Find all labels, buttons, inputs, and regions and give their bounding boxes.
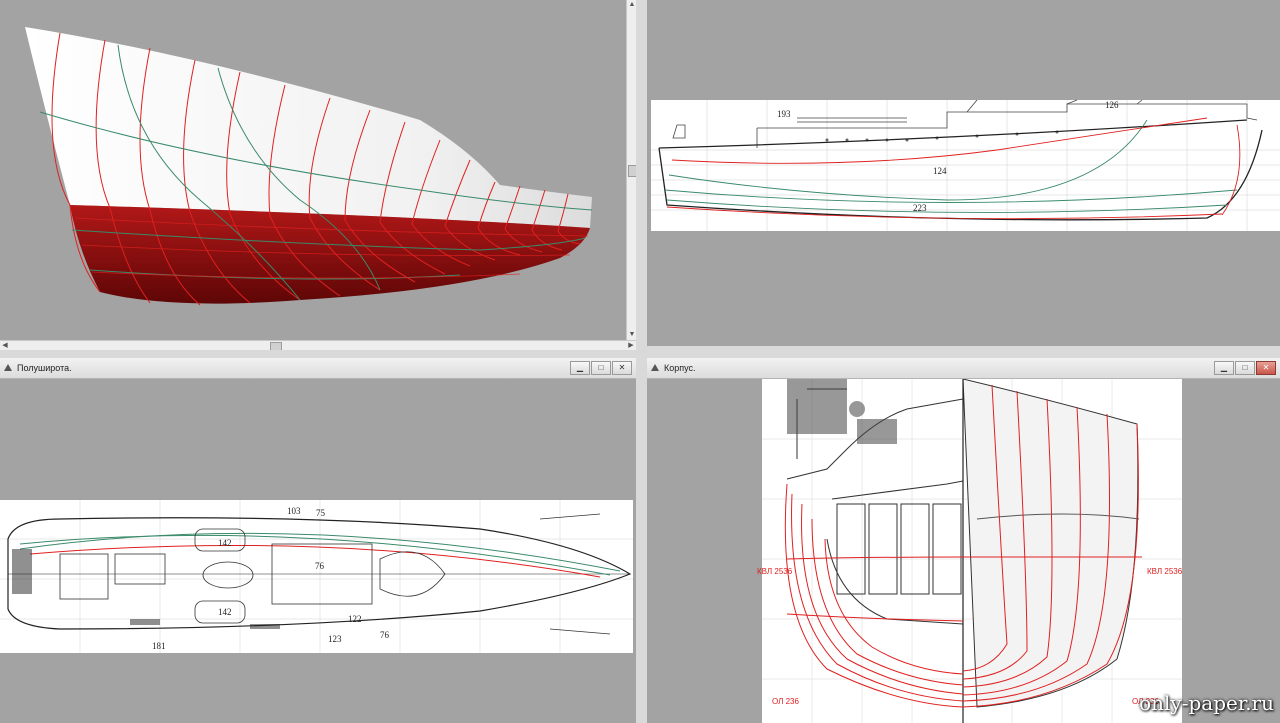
hb-label-122: 122: [348, 614, 362, 624]
kvl-left-label: КВЛ 2536: [757, 567, 793, 576]
app-icon: [3, 363, 13, 373]
kvl-right-label: КВЛ 2536: [1147, 567, 1183, 576]
side-label-124: 124: [933, 166, 947, 176]
ol-left-label: ОЛ 236: [772, 697, 800, 706]
watermark: only-paper.ru: [1139, 691, 1274, 715]
perspective-view-pane[interactable]: [0, 0, 627, 340]
hb-label-76b: 76: [380, 630, 390, 640]
body-plan-drawing: КВЛ 2536 КВЛ 2536 ОЛ 236 ОЛ 236: [757, 379, 1183, 723]
app-icon: [650, 363, 660, 373]
body-window-titlebar[interactable]: Корпус. ▁ □ ✕: [647, 358, 1280, 379]
hb-label-123: 123: [328, 634, 342, 644]
hb-label-103: 103: [287, 506, 301, 516]
minimize-button[interactable]: ▁: [570, 361, 590, 375]
side-label-223: 223: [913, 203, 927, 213]
hull-3d-render: [25, 27, 593, 306]
halfbreadth-view-pane[interactable]: 103 75 142 76 142 122 123 76 181: [0, 379, 636, 723]
side-label-193: 193: [777, 109, 791, 119]
hb-label-181: 181: [152, 641, 166, 651]
horizontal-splitter-right[interactable]: [647, 346, 1280, 358]
window-title: Полуширота.: [17, 363, 72, 373]
window-title: Корпус.: [664, 363, 696, 373]
side-profile-drawing: 193 126 124 223: [651, 99, 1280, 231]
minimize-button[interactable]: ▁: [1214, 361, 1234, 375]
vertical-splitter[interactable]: [636, 0, 647, 723]
close-button[interactable]: ✕: [1256, 361, 1276, 375]
body-plan-view-pane[interactable]: КВЛ 2536 КВЛ 2536 ОЛ 236 ОЛ 236: [647, 379, 1280, 723]
maximize-button[interactable]: □: [1235, 361, 1255, 375]
hb-label-75: 75: [316, 508, 326, 518]
hb-label-142-top: 142: [218, 538, 232, 548]
side-view-pane[interactable]: 193 126 124 223: [647, 0, 1280, 346]
halfbreadth-drawing: 103 75 142 76 142 122 123 76 181: [0, 500, 633, 653]
close-button[interactable]: ✕: [612, 361, 632, 375]
hb-label-142-bottom: 142: [218, 607, 232, 617]
side-label-126: 126: [1105, 100, 1119, 110]
halfbreadth-window-titlebar[interactable]: Полуширота. ▁ □ ✕: [0, 358, 636, 379]
maximize-button[interactable]: □: [591, 361, 611, 375]
horizontal-splitter-left[interactable]: [0, 350, 636, 358]
hb-label-76: 76: [315, 561, 325, 571]
